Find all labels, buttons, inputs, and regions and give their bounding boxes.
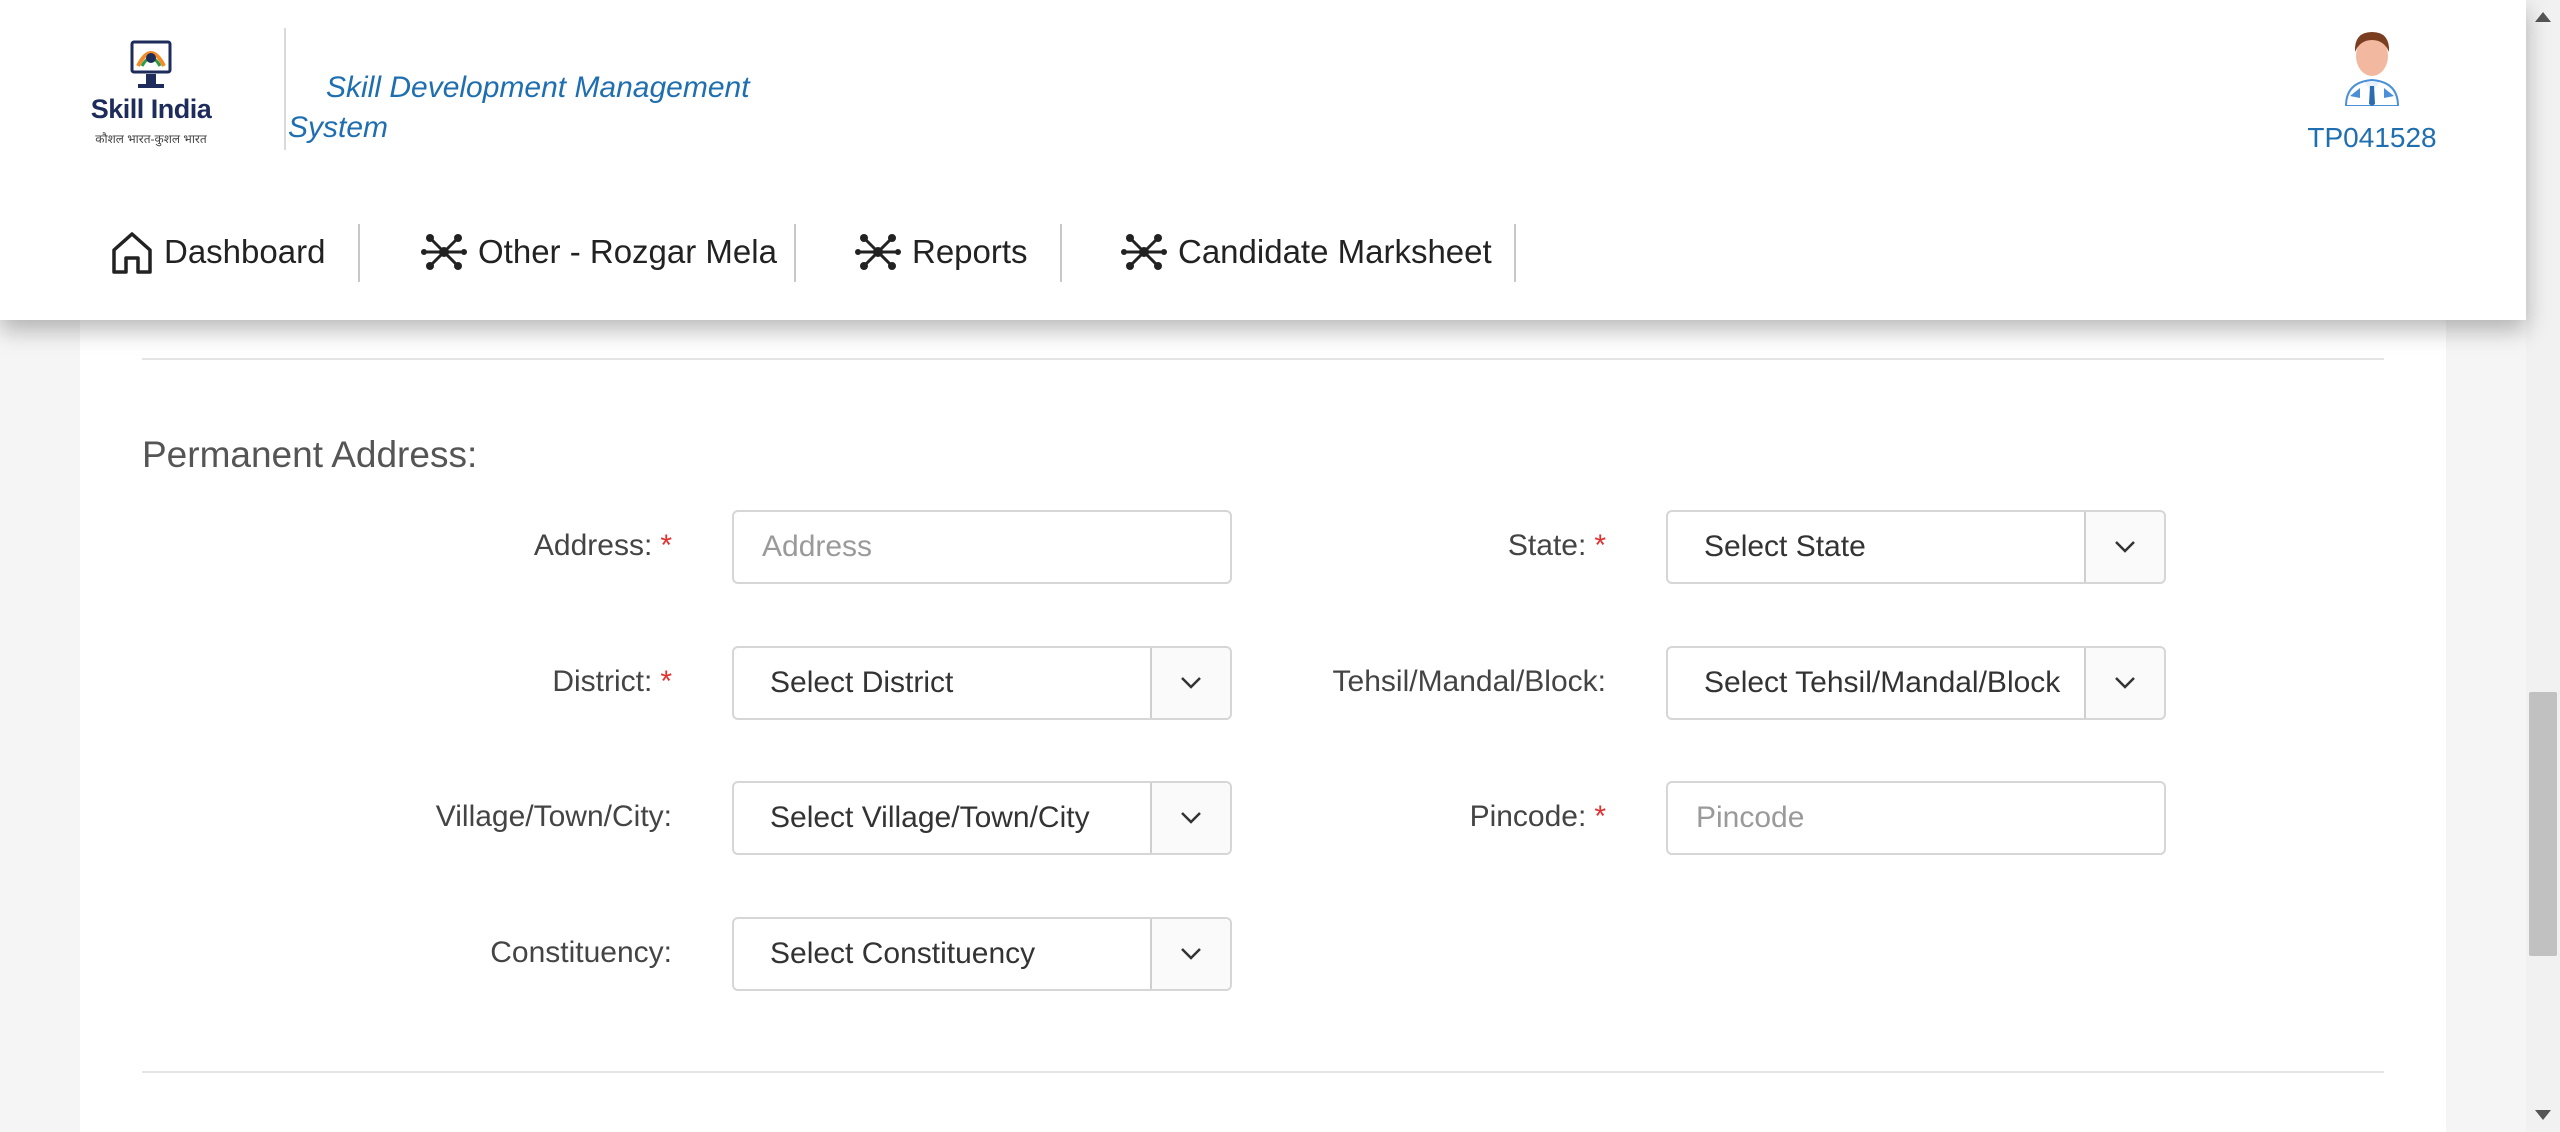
scrollbar-thumb[interactable]	[2529, 692, 2557, 956]
nav-divider	[1514, 224, 1516, 282]
app-title: Skill Development Management System	[288, 71, 750, 144]
state-label: State: *	[1046, 526, 1606, 566]
nav-divider	[794, 224, 796, 282]
network-icon	[1121, 234, 1167, 270]
tehsil-label: Tehsil/Mandal/Block:	[1046, 662, 1606, 702]
chevron-down-icon	[2115, 541, 2135, 553]
constituency-select-value: Select Constituency	[770, 937, 1036, 970]
state-label-text: State:	[1507, 529, 1587, 562]
nav-item-label: Candidate Marksheet	[1178, 233, 1492, 270]
state-select[interactable]: Select State	[1666, 510, 2166, 584]
page-scrollbar[interactable]	[2526, 0, 2560, 1132]
address-label-text: Address:	[533, 529, 653, 562]
nav-divider	[1060, 224, 1062, 282]
constituency-dropdown-button[interactable]	[1150, 919, 1230, 989]
required-marker: *	[1594, 800, 1606, 833]
section-divider	[142, 358, 2384, 360]
app-header: Skill India कौशल भारत-कुशल भारत Skill De…	[0, 0, 2526, 320]
nav-item-label: Dashboard	[164, 233, 326, 270]
address-placeholder: Address	[762, 530, 873, 563]
pincode-label-text: Pincode:	[1469, 800, 1587, 833]
chevron-down-icon	[2115, 677, 2135, 689]
tehsil-label-text: Tehsil/Mandal/Block:	[1332, 665, 1606, 698]
nav-item-dashboard[interactable]: Dashboard	[110, 222, 325, 282]
village-label: Village/Town/City:	[112, 797, 672, 837]
home-icon	[112, 232, 152, 274]
nav-item-candidate-marksheet[interactable]: Candidate Marksheet	[1120, 222, 1492, 282]
skill-india-emblem-icon	[130, 40, 172, 88]
logo-tagline: कौशल भारत-कुशल भारत	[95, 132, 207, 146]
required-marker: *	[1594, 529, 1606, 562]
chevron-down-icon	[1181, 948, 1201, 960]
skill-india-logo[interactable]: Skill India कौशल भारत-कुशल भारत	[80, 32, 222, 150]
section-title-permanent-address: Permanent Address:	[142, 434, 478, 475]
village-label-text: Village/Town/City:	[435, 800, 672, 833]
user-profile[interactable]: TP041528	[2300, 26, 2440, 166]
constituency-label-text: Constituency:	[490, 936, 672, 969]
district-label: District: *	[112, 662, 672, 702]
network-icon	[421, 234, 467, 270]
scroll-down-arrow-icon[interactable]	[2535, 1110, 2551, 1120]
constituency-label: Constituency:	[112, 933, 672, 973]
logo-brand-text: Skill India	[90, 94, 212, 124]
pincode-label: Pincode: *	[1046, 797, 1606, 837]
section-divider	[142, 1071, 2384, 1073]
network-icon	[855, 234, 901, 270]
tehsil-select[interactable]: Select Tehsil/Mandal/Block	[1666, 646, 2166, 720]
nav-item-label: Other - Rozgar Mela	[478, 233, 777, 270]
required-marker: *	[660, 665, 672, 698]
state-dropdown-button[interactable]	[2084, 512, 2164, 582]
nav-item-label: Reports	[912, 233, 1028, 270]
constituency-select[interactable]: Select Constituency	[732, 917, 1232, 991]
main-navigation: Dashboard Other - Rozgar Mela Reports Ca…	[0, 210, 2526, 298]
tehsil-select-value: Select Tehsil/Mandal/Block	[1704, 666, 2061, 699]
nav-divider	[358, 224, 360, 282]
scroll-up-arrow-icon[interactable]	[2535, 12, 2551, 22]
district-select-value: Select District	[770, 666, 954, 699]
required-marker: *	[660, 529, 672, 562]
address-label: Address: *	[112, 526, 672, 566]
user-id: TP041528	[2307, 122, 2437, 153]
pincode-input[interactable]: Pincode	[1666, 781, 2166, 855]
nav-item-reports[interactable]: Reports	[854, 222, 1028, 282]
village-select-value: Select Village/Town/City	[770, 801, 1090, 834]
nav-item-other-rozgar-mela[interactable]: Other - Rozgar Mela	[420, 222, 777, 282]
logo-divider	[284, 28, 286, 150]
district-label-text: District:	[552, 665, 653, 698]
pincode-placeholder: Pincode	[1696, 801, 1805, 834]
tehsil-dropdown-button[interactable]	[2084, 648, 2164, 718]
state-select-value: Select State	[1704, 530, 1866, 563]
user-avatar-icon	[2344, 32, 2400, 106]
